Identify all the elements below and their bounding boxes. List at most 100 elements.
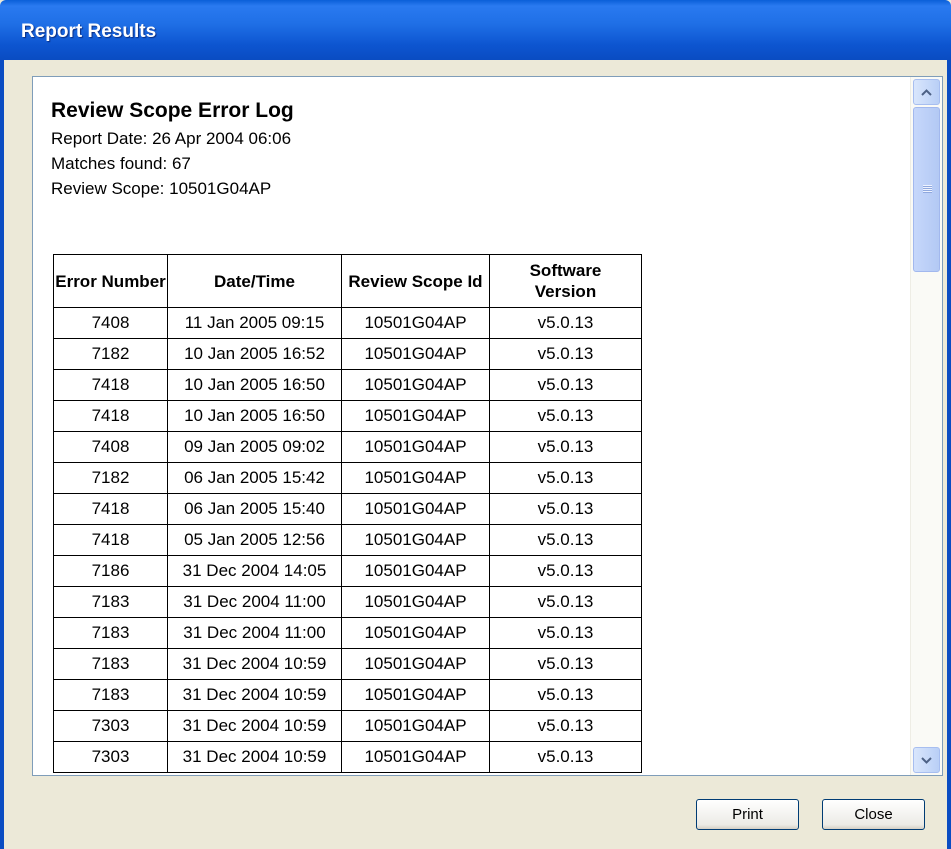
software-version-cell: v5.0.13 [489, 524, 642, 556]
date-time-cell: 06 Jan 2005 15:42 [167, 462, 342, 494]
scroll-down-button[interactable] [913, 747, 940, 773]
error-number-cell: 7183 [53, 586, 168, 618]
software-version-cell: v5.0.13 [489, 555, 642, 587]
title-bar[interactable]: Report Results [0, 0, 951, 60]
error-number-cell: 7303 [53, 710, 168, 742]
error-number-cell: 7418 [53, 493, 168, 525]
review-scope-id-cell: 10501G04AP [341, 493, 490, 525]
table-row: 7183 31 Dec 2004 10:59 10501G04AP v5.0.13 [53, 679, 642, 711]
table-row: 7303 31 Dec 2004 10:59 10501G04AP v5.0.13 [53, 710, 642, 742]
error-number-cell: 7408 [53, 307, 168, 339]
table-row: 7183 31 Dec 2004 11:00 10501G04AP v5.0.13 [53, 617, 642, 649]
table-header-row: Error Number Date/Time Review Scope Id S… [53, 254, 642, 308]
header-error-number: Error Number [53, 254, 168, 308]
software-version-cell: v5.0.13 [489, 338, 642, 370]
error-number-cell: 7186 [53, 555, 168, 587]
review-scope-id-cell: 10501G04AP [341, 307, 490, 339]
table-row: 7186 31 Dec 2004 14:05 10501G04AP v5.0.13 [53, 555, 642, 587]
review-scope-id-cell: 10501G04AP [341, 400, 490, 432]
review-scope-id-cell: 10501G04AP [341, 648, 490, 680]
software-version-cell: v5.0.13 [489, 741, 642, 773]
scroll-down-arrow-icon [921, 753, 932, 767]
date-time-cell: 31 Dec 2004 11:00 [167, 617, 342, 649]
review-scope-id-cell: 10501G04AP [341, 679, 490, 711]
scroll-grip-icon [923, 185, 932, 193]
review-scope-id-cell: 10501G04AP [341, 431, 490, 463]
table-row: 7418 06 Jan 2005 15:40 10501G04AP v5.0.13 [53, 493, 642, 525]
review-scope-id-cell: 10501G04AP [341, 369, 490, 401]
table-row: 7418 10 Jan 2005 16:50 10501G04AP v5.0.13 [53, 400, 642, 432]
scroll-up-arrow-icon [921, 85, 932, 99]
date-time-cell: 10 Jan 2005 16:52 [167, 338, 342, 370]
software-version-cell: v5.0.13 [489, 493, 642, 525]
review-scope: Review Scope: 10501G04AP [51, 179, 272, 198]
review-scope-id-cell: 10501G04AP [341, 524, 490, 556]
software-version-cell: v5.0.13 [489, 648, 642, 680]
date-time-cell: 10 Jan 2005 16:50 [167, 400, 342, 432]
error-number-cell: 7182 [53, 462, 168, 494]
date-time-cell: 31 Dec 2004 14:05 [167, 555, 342, 587]
error-number-cell: 7183 [53, 648, 168, 680]
table-row: 7182 10 Jan 2005 16:52 10501G04AP v5.0.13 [53, 338, 642, 370]
software-version-cell: v5.0.13 [489, 617, 642, 649]
date-time-cell: 09 Jan 2005 09:02 [167, 431, 342, 463]
error-number-cell: 7183 [53, 617, 168, 649]
software-version-cell: v5.0.13 [489, 462, 642, 494]
review-scope-id-cell: 10501G04AP [341, 586, 490, 618]
software-version-cell: v5.0.13 [489, 679, 642, 711]
software-version-cell: v5.0.13 [489, 369, 642, 401]
report-body: Review Scope Error Log Report Date: 26 A… [33, 77, 911, 775]
print-button[interactable]: Print [696, 799, 799, 830]
date-time-cell: 10 Jan 2005 16:50 [167, 369, 342, 401]
header-review-scope-id: Review Scope Id [341, 254, 490, 308]
error-number-cell: 7182 [53, 338, 168, 370]
table-row: 7408 09 Jan 2005 09:02 10501G04AP v5.0.13 [53, 431, 642, 463]
review-scope-id-cell: 10501G04AP [341, 555, 490, 587]
date-time-cell: 06 Jan 2005 15:40 [167, 493, 342, 525]
date-time-cell: 31 Dec 2004 10:59 [167, 648, 342, 680]
error-number-cell: 7418 [53, 369, 168, 401]
window-frame-right [947, 60, 951, 849]
date-time-cell: 11 Jan 2005 09:15 [167, 307, 342, 339]
report-title: Review Scope Error Log [51, 99, 294, 122]
date-time-cell: 31 Dec 2004 10:59 [167, 679, 342, 711]
header-software-version: Software Version [489, 254, 642, 308]
error-number-cell: 7303 [53, 741, 168, 773]
review-scope-id-cell: 10501G04AP [341, 338, 490, 370]
matches-found: Matches found: 67 [51, 154, 191, 173]
report-results-window: Report Results Review Scope Error Log Re… [0, 0, 951, 849]
error-number-cell: 7418 [53, 524, 168, 556]
software-version-cell: v5.0.13 [489, 307, 642, 339]
table-row: 7418 10 Jan 2005 16:50 10501G04AP v5.0.13 [53, 369, 642, 401]
review-scope-id-cell: 10501G04AP [341, 617, 490, 649]
report-viewer[interactable]: Review Scope Error Log Report Date: 26 A… [32, 76, 943, 776]
close-button[interactable]: Close [822, 799, 925, 830]
table-row: 7182 06 Jan 2005 15:42 10501G04AP v5.0.13 [53, 462, 642, 494]
software-version-cell: v5.0.13 [489, 586, 642, 618]
table-row: 7183 31 Dec 2004 10:59 10501G04AP v5.0.13 [53, 648, 642, 680]
review-scope-id-cell: 10501G04AP [341, 710, 490, 742]
error-number-cell: 7408 [53, 431, 168, 463]
date-time-cell: 31 Dec 2004 10:59 [167, 741, 342, 773]
date-time-cell: 31 Dec 2004 10:59 [167, 710, 342, 742]
table-row: 7418 05 Jan 2005 12:56 10501G04AP v5.0.13 [53, 524, 642, 556]
window-title: Report Results [21, 21, 157, 42]
error-log-table: Error Number Date/Time Review Scope Id S… [53, 254, 642, 773]
table-row: 7183 31 Dec 2004 11:00 10501G04AP v5.0.13 [53, 586, 642, 618]
date-time-cell: 05 Jan 2005 12:56 [167, 524, 342, 556]
scroll-thumb[interactable] [913, 107, 940, 272]
header-date-time: Date/Time [167, 254, 342, 308]
error-number-cell: 7183 [53, 679, 168, 711]
table-row: 7408 11 Jan 2005 09:15 10501G04AP v5.0.13 [53, 307, 642, 339]
software-version-cell: v5.0.13 [489, 400, 642, 432]
error-number-cell: 7418 [53, 400, 168, 432]
scroll-up-button[interactable] [913, 79, 940, 105]
vertical-scrollbar[interactable] [910, 77, 942, 775]
software-version-cell: v5.0.13 [489, 431, 642, 463]
review-scope-id-cell: 10501G04AP [341, 462, 490, 494]
review-scope-id-cell: 10501G04AP [341, 741, 490, 773]
report-date: Report Date: 26 Apr 2004 06:06 [51, 129, 292, 148]
date-time-cell: 31 Dec 2004 11:00 [167, 586, 342, 618]
table-row: 7303 31 Dec 2004 10:59 10501G04AP v5.0.13 [53, 741, 642, 773]
window-frame-left [0, 60, 4, 849]
